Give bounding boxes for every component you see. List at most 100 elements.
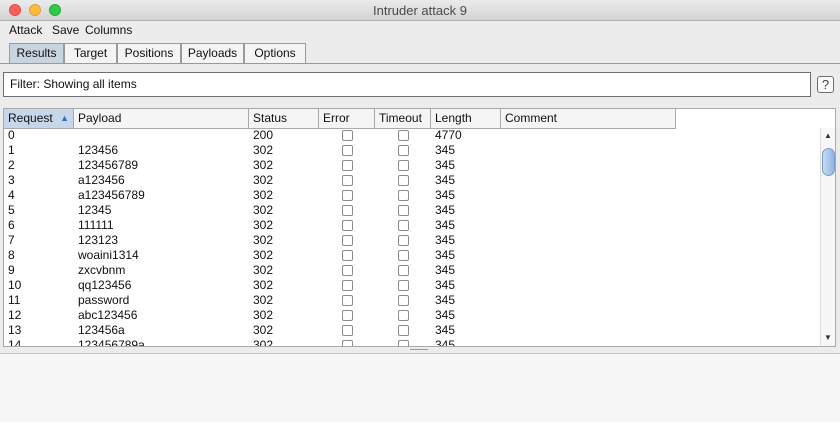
cell-status: 302 [253, 338, 274, 347]
table-row[interactable]: 6 111111 302 345 [4, 218, 676, 233]
error-checkbox [342, 160, 353, 171]
table-row[interactable]: 2 123456789 302 345 [4, 158, 676, 173]
error-checkbox [342, 190, 353, 201]
error-checkbox [342, 340, 353, 346]
cell-length: 345 [435, 293, 456, 307]
timeout-checkbox [398, 325, 409, 336]
error-checkbox [342, 280, 353, 291]
scrollbar-thumb[interactable] [822, 148, 835, 176]
timeout-checkbox [398, 145, 409, 156]
table-row[interactable]: 5 12345 302 345 [4, 203, 676, 218]
cell-status: 302 [253, 218, 274, 232]
table-row[interactable]: 12 abc123456 302 345 [4, 308, 676, 323]
cell-length: 345 [435, 218, 456, 232]
cell-payload: woaini1314 [78, 248, 139, 262]
column-header-length[interactable]: Length [431, 109, 501, 128]
table-row[interactable]: 11 password 302 345 [4, 293, 676, 308]
timeout-checkbox [398, 265, 409, 276]
cell-payload: 123123 [78, 233, 119, 247]
scroll-up-arrow-icon[interactable]: ▲ [824, 131, 832, 140]
bottom-panel [0, 353, 840, 422]
error-checkbox [342, 130, 353, 141]
column-label: Request [8, 111, 53, 125]
error-checkbox [342, 250, 353, 261]
timeout-checkbox [398, 250, 409, 261]
cell-request: 8 [8, 248, 15, 262]
column-header-status[interactable]: Status [249, 109, 319, 128]
cell-payload: 123456789 [78, 158, 139, 172]
error-checkbox [342, 265, 353, 276]
cell-payload: a123456 [78, 173, 125, 187]
cell-request: 7 [8, 233, 15, 247]
cell-request: 5 [8, 203, 15, 217]
timeout-checkbox [398, 220, 409, 231]
cell-request: 3 [8, 173, 15, 187]
table-row[interactable]: 9 zxcvbnm 302 345 [4, 263, 676, 278]
vertical-scrollbar[interactable]: ▲ ▼ [820, 128, 835, 346]
menu-attack[interactable]: Attack [9, 23, 42, 37]
column-header-timeout[interactable]: Timeout [375, 109, 431, 128]
tab-positions[interactable]: Positions [117, 43, 181, 64]
table-body: 0 200 4770 1 123456 302 345 2 123456789 302 345 3 a1… [4, 128, 676, 347]
cell-request: 11 [8, 293, 21, 307]
table-row[interactable]: 3 a123456 302 345 [4, 173, 676, 188]
error-checkbox [342, 325, 353, 336]
scroll-down-arrow-icon[interactable]: ▼ [824, 333, 832, 342]
menu-save[interactable]: Save [52, 23, 79, 37]
table-row[interactable]: 14 123456789a 302 345 [4, 338, 676, 347]
column-header-error[interactable]: Error [319, 109, 375, 128]
cell-length: 345 [435, 338, 456, 347]
cell-status: 302 [253, 233, 274, 247]
cell-status: 302 [253, 293, 274, 307]
tab-results[interactable]: Results [9, 43, 64, 64]
cell-status: 302 [253, 248, 274, 262]
table-row[interactable]: 1 123456 302 345 [4, 143, 676, 158]
sort-ascending-icon: ▲ [60, 113, 69, 123]
table-row[interactable]: 7 123123 302 345 [4, 233, 676, 248]
timeout-checkbox [398, 205, 409, 216]
help-icon[interactable]: ? [817, 76, 834, 93]
tab-payloads[interactable]: Payloads [181, 43, 244, 64]
table-row[interactable]: 0 200 4770 [4, 128, 676, 143]
timeout-checkbox [398, 175, 409, 186]
cell-length: 345 [435, 278, 456, 292]
error-checkbox [342, 220, 353, 231]
cell-payload: 123456789a [78, 338, 145, 347]
cell-length: 345 [435, 248, 456, 262]
tab-divider [0, 63, 840, 64]
error-checkbox [342, 295, 353, 306]
error-checkbox [342, 205, 353, 216]
cell-length: 345 [435, 203, 456, 217]
cell-length: 345 [435, 233, 456, 247]
cell-request: 0 [8, 128, 15, 142]
column-header-comment[interactable]: Comment [501, 109, 676, 128]
error-checkbox [342, 145, 353, 156]
cell-length: 345 [435, 173, 456, 187]
tab-options[interactable]: Options [244, 43, 306, 64]
column-header-payload[interactable]: Payload [74, 109, 249, 128]
cell-status: 302 [253, 173, 274, 187]
filter-bar[interactable]: Filter: Showing all items [3, 72, 811, 97]
menu-columns[interactable]: Columns [85, 23, 132, 37]
cell-request: 14 [8, 338, 22, 347]
results-table: Request ▲ Payload Status Error Timeout L… [3, 108, 836, 347]
cell-length: 345 [435, 323, 456, 337]
cell-status: 302 [253, 278, 274, 292]
cell-status: 302 [253, 188, 274, 202]
table-row[interactable]: 13 123456a 302 345 [4, 323, 676, 338]
table-header: Request ▲ Payload Status Error Timeout L… [4, 109, 676, 129]
column-header-request[interactable]: Request ▲ [4, 109, 74, 128]
table-row[interactable]: 10 qq123456 302 345 [4, 278, 676, 293]
window-title: Intruder attack 9 [373, 3, 467, 18]
cell-payload: qq123456 [78, 278, 132, 292]
tab-target[interactable]: Target [64, 43, 117, 64]
timeout-checkbox [398, 190, 409, 201]
table-row[interactable]: 8 woaini1314 302 345 [4, 248, 676, 263]
cell-length: 345 [435, 308, 456, 322]
cell-payload: abc123456 [78, 308, 138, 322]
timeout-checkbox [398, 160, 409, 171]
cell-payload: 12345 [78, 203, 112, 217]
table-row[interactable]: 4 a123456789 302 345 [4, 188, 676, 203]
error-checkbox [342, 175, 353, 186]
cell-payload: 111111 [78, 218, 114, 232]
